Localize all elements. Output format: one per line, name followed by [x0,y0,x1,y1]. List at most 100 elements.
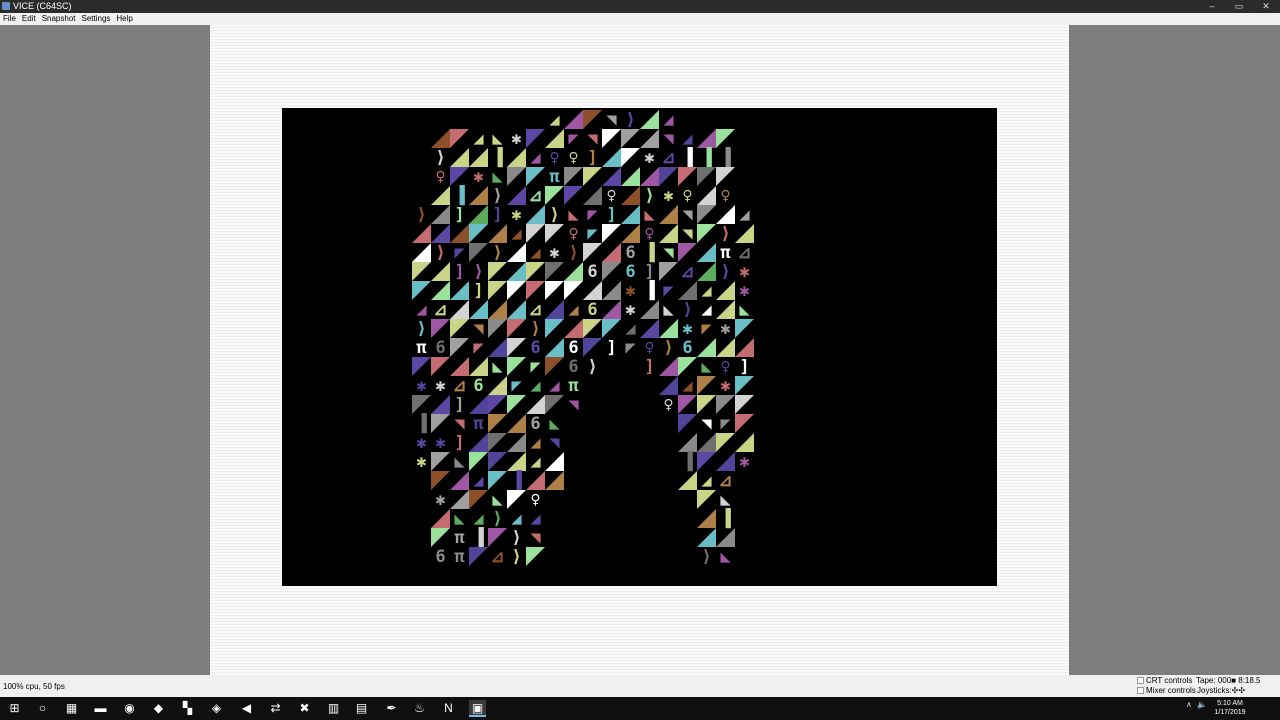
lightning-icon[interactable]: ◀ [238,700,255,717]
petscii-glyph: ⊿ [737,243,751,263]
joystick-icon[interactable]: ✣✣ [1232,686,1245,695]
petscii-glyph: ✱ [644,148,654,168]
petscii-glyph: ▐ [720,508,731,529]
petscii-glyph: ⟩ [511,547,521,567]
petscii-triangle [697,243,716,262]
petscii-glyph: ✱ [416,452,426,472]
petscii-triangle [469,224,488,243]
petscii-triangle [488,471,507,490]
petscii-triangle [621,186,640,205]
petscii-art: ◢ ◥ ⟩ ◢◢ ◣ ✱ ◤ ◥ ◥ ◢⟩ ▐ ◢ ♀ ♀] ✱ ⊿ ▐ ▐ ▐♀ ✱ ◣ π▐ ⟩ ⊿ ♀ ⟩ ✱ ♀ ♀⟩]] ✱ ⟩ ◣… [412,110,754,567]
folder-icon[interactable]: ▬ [92,700,109,717]
petscii-triangle [564,262,583,281]
vice-icon[interactable]: ▣ [469,700,486,717]
petscii-glyph: ◣ [492,357,503,377]
petscii-triangle [431,471,450,490]
petscii-glyph: ] [473,281,483,301]
crt-controls-checkbox[interactable] [1137,677,1144,685]
petscii-triangle [450,224,469,243]
petscii-triangle [412,243,431,262]
steam-icon[interactable]: ♨ [411,700,428,717]
menu-settings[interactable]: Settings [79,14,114,23]
petscii-glyph: ◥ [530,528,541,548]
maximize-button[interactable]: ▭ [1225,0,1253,13]
petscii-triangle [412,281,431,300]
petscii-triangle [621,129,640,148]
crt-controls-toggle[interactable]: CRT controls [1137,676,1192,685]
petscii-glyph: ✱ [720,376,730,396]
petscii-triangle [545,395,564,414]
tray-chevron-icon[interactable]: ∧ [1186,700,1192,709]
petscii-glyph: ✱ [549,243,559,263]
petscii-glyph: ⟩ [492,186,502,206]
petscii-triangle [564,319,583,338]
calculator-icon[interactable]: ▦ [63,700,80,717]
petscii-triangle [602,243,621,262]
system-clock[interactable]: 5:10 AM 1/17/2019 [1207,699,1253,717]
petscii-glyph: ⟩ [492,243,502,263]
crt-controls-label: CRT controls [1146,676,1193,685]
petscii-triangle [412,224,431,243]
petscii-triangle [507,243,526,262]
c64-screen[interactable]: ◢ ◥ ⟩ ◢ ◢ ◣ ✱ ◤ ◥ ◥ ◢ ⟩ ▐ ◢ ♀ ♀] ✱ ⊿ ▐ ▐ ▐ ♀ ✱ ◣ π ▐ ⟩ ⊿ ♀ ⟩ ✱ ♀ ♀ ⟩]] ✱ ⟩ ◣… [282,108,997,586]
petscii-glyph: ] [606,205,616,225]
petscii-glyph: ◢ [530,243,541,263]
tiles-icon[interactable]: ▚ [179,700,196,717]
menu-file[interactable]: File [0,14,19,23]
feather-icon[interactable]: ✒ [383,700,400,717]
petscii-glyph: ◤ [511,376,522,396]
petscii-triangle [450,490,469,509]
petscii-triangle [697,490,716,509]
petscii-triangle [678,243,697,262]
petscii-glyph: ▐ [682,451,693,472]
petscii-triangle [621,205,640,224]
petscii-glyph: ⊿ [680,262,694,282]
petscii-triangle [697,395,716,414]
petscii-glyph: ⟩ [435,243,445,263]
petscii-triangle [488,528,507,547]
petscii-glyph: ◤ [473,338,484,358]
petscii-triangle [545,281,564,300]
menu-help[interactable]: Help [113,14,135,23]
petscii-triangle [640,129,659,148]
petscii-glyph: ◢ [701,300,712,320]
petscii-triangle [431,452,450,471]
petscii-glyph: ✱ [511,205,521,225]
petscii-triangle [640,300,659,319]
petscii-triangle [507,281,526,300]
petscii-triangle [526,205,545,224]
petscii-triangle [716,205,735,224]
crossed-tool-icon[interactable]: ✖ [296,700,313,717]
petscii-triangle [697,186,716,205]
minimize-button[interactable]: – [1198,0,1226,13]
petscii-triangle [716,433,735,452]
petscii-glyph: ✱ [663,186,673,206]
speaker-icon[interactable]: 🔈 [1197,700,1207,709]
chrome-icon[interactable]: ◉ [121,700,138,717]
petscii-triangle [659,376,678,395]
petscii-glyph: ] [454,262,464,282]
visual-studio-icon[interactable]: ◆ [150,700,167,717]
mixer-controls-checkbox[interactable] [1137,687,1144,695]
petscii-triangle [735,319,754,338]
petscii-glyph: ◣ [568,205,579,225]
mixer-controls-toggle[interactable]: Mixer controls [1137,686,1196,695]
petscii-glyph: ✱ [435,376,445,396]
notepad-icon[interactable]: ▤ [353,700,370,717]
search-icon[interactable]: ○ [34,700,51,717]
petscii-glyph: ✱ [625,300,635,320]
close-button[interactable]: ✕ [1252,0,1280,13]
cube-icon[interactable]: ◈ [208,700,225,717]
petscii-triangle [488,319,507,338]
petscii-triangle [507,300,526,319]
menu-snapshot[interactable]: Snapshot [39,14,79,23]
petscii-glyph: 6 [682,338,692,358]
petscii-glyph: ⟩ [720,262,730,282]
n-app-icon[interactable]: N [440,700,457,717]
server-icon[interactable]: ▥ [325,700,342,717]
petscii-triangle [735,224,754,243]
windows-icon[interactable]: ⊞ [6,700,23,717]
menu-edit[interactable]: Edit [19,14,39,23]
petscii-glyph: π [416,338,427,358]
teamviewer-icon[interactable]: ⇄ [267,700,284,717]
